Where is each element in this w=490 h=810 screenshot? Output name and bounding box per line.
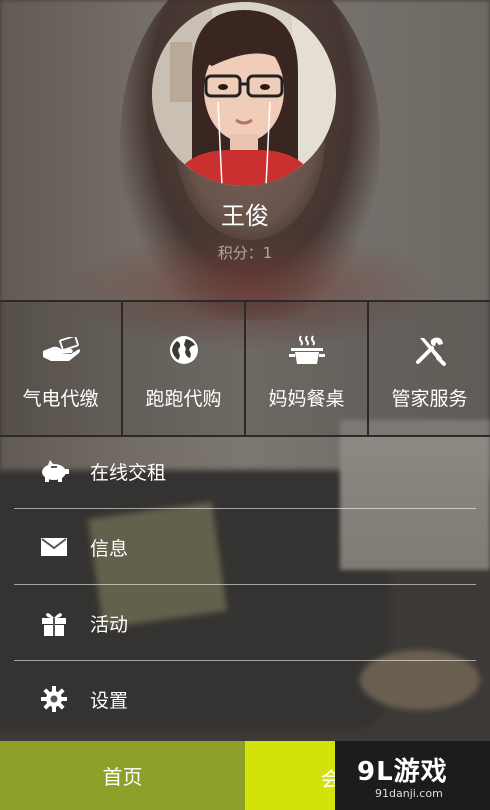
avatar[interactable] — [152, 2, 336, 186]
service-label: 跑跑代购 — [145, 388, 222, 410]
menu-label: 设置 — [90, 689, 129, 712]
profile-header: 王俊 积分：1 — [0, 0, 490, 300]
bottom-tab-bar: 首页 会 9L游戏 91danji.com — [0, 741, 490, 810]
gear-icon — [34, 686, 74, 712]
menu-label: 信息 — [90, 537, 129, 560]
tab-member[interactable]: 会 9L游戏 91danji.com — [245, 741, 490, 810]
menu-item-messages[interactable]: 信息 — [0, 509, 490, 585]
watermark-brand: 9L游戏 — [357, 757, 448, 787]
cooking-pot-icon — [288, 334, 325, 366]
service-mom-kitchen[interactable]: 妈妈餐桌 — [244, 302, 367, 435]
menu-item-rent[interactable]: 在线交租 — [0, 433, 490, 509]
service-label: 气电代缴 — [22, 388, 99, 410]
user-name: 王俊 — [221, 202, 269, 230]
menu-list: 在线交租 信息 活动 设置 — [0, 433, 490, 737]
service-label: 妈妈餐桌 — [268, 388, 345, 410]
menu-item-events[interactable]: 活动 — [0, 585, 490, 661]
menu-label: 活动 — [90, 613, 129, 636]
payment-hand-icon — [41, 334, 81, 366]
service-utility-payment[interactable]: 气电代缴 — [0, 302, 121, 435]
watermark-logo: 9L游戏 91danji.com — [335, 741, 490, 810]
service-housekeeping[interactable]: 管家服务 — [367, 302, 490, 435]
service-grid: 气电代缴 跑跑代购 妈妈餐桌 管家服务 — [0, 300, 490, 437]
envelope-icon — [34, 538, 74, 556]
tab-home[interactable]: 首页 — [0, 741, 245, 810]
piggy-bank-icon — [34, 459, 74, 483]
service-shopping-proxy[interactable]: 跑跑代购 — [121, 302, 244, 435]
tools-icon — [414, 334, 446, 366]
points-label: 积分：1 — [217, 244, 273, 262]
service-label: 管家服务 — [391, 388, 468, 410]
menu-label: 在线交租 — [90, 461, 167, 484]
menu-item-settings[interactable]: 设置 — [0, 661, 490, 737]
globe-icon — [168, 334, 200, 366]
watermark-site: 91danji.com — [375, 787, 443, 800]
gift-icon — [34, 610, 74, 636]
